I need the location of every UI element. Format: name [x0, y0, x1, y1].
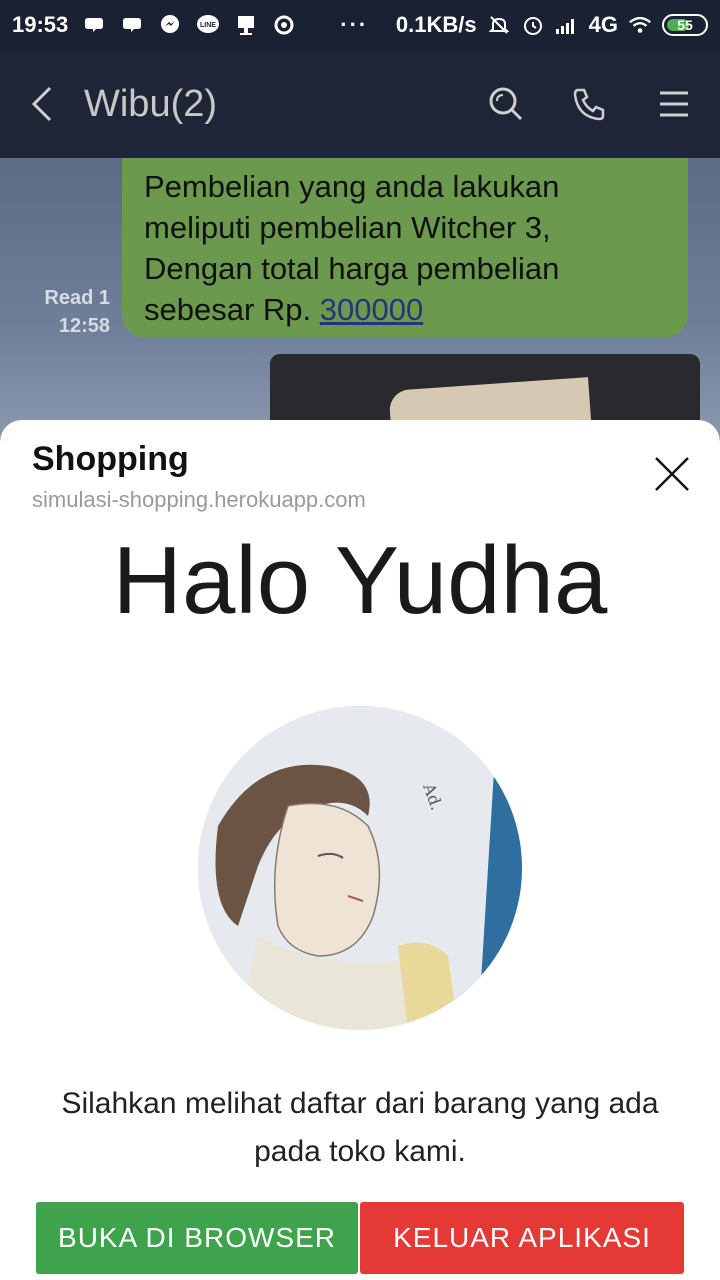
description-text: Silahkan melihat daftar dari barang yang…: [30, 1080, 690, 1176]
message-line: Pembelian yang anda lakukan: [144, 169, 560, 204]
read-status: Read 1: [44, 287, 110, 309]
read-time: 12:58: [58, 315, 110, 337]
message-bubble[interactable]: Pembelian yang anda lakukan meliputi pem…: [122, 158, 688, 338]
sheet-url: simulasi-shopping.herokuapp.com: [32, 487, 366, 512]
back-button[interactable]: [24, 80, 60, 128]
close-icon: [655, 457, 689, 491]
read-receipt: Read 1 12:58: [30, 284, 110, 340]
signal-icon: [555, 14, 579, 36]
battery-icon: 55: [662, 14, 708, 36]
more-notifications: ···: [340, 12, 369, 37]
call-button[interactable]: [568, 82, 612, 126]
hamburger-menu-icon: [660, 91, 688, 117]
chevron-left-icon: [31, 86, 52, 122]
message-line: sebesar Rp. 300000: [144, 289, 668, 330]
message-prefix: sebesar Rp.: [144, 292, 320, 327]
wifi-icon: [628, 14, 652, 36]
chat-header: Wibu(2): [0, 50, 720, 158]
network-speed: 0.1KB/s: [395, 12, 477, 37]
chat-area: Pembelian yang anda lakukan meliputi pem…: [0, 158, 720, 438]
greeting-heading: Halo Yudha: [112, 527, 608, 634]
game-icon-2: [120, 14, 144, 36]
battery-level: 55: [677, 17, 693, 33]
menu-button[interactable]: [652, 82, 696, 126]
svg-text:LINE: LINE: [200, 22, 216, 29]
network-type: 4G: [588, 12, 618, 37]
search-button[interactable]: [484, 82, 528, 126]
mute-icon: [487, 14, 511, 36]
profile-avatar: Ad.: [198, 706, 522, 1030]
description-line: pada toko kami.: [254, 1135, 466, 1168]
liff-bottom-sheet: Shopping simulasi-shopping.herokuapp.com…: [0, 420, 720, 1280]
search-icon: [489, 87, 523, 121]
phone-icon: [573, 88, 605, 121]
sheet-title: Shopping: [32, 440, 189, 478]
game-icon: [82, 14, 106, 36]
message-line: Dengan total harga pembelian: [144, 251, 560, 286]
chat-title: Wibu(2): [84, 82, 218, 125]
status-bar: 19:53 LINE ··· 0.1KB/s 4G 55: [0, 0, 720, 50]
sheet-header: Shopping simulasi-shopping.herokuapp.com: [32, 440, 366, 513]
amount-link[interactable]: 300000: [320, 292, 423, 327]
description-line: Silahkan melihat daftar dari barang yang…: [61, 1087, 659, 1120]
notification-icon: [234, 14, 258, 36]
sync-icon: [272, 14, 296, 36]
open-in-browser-button[interactable]: BUKA DI BROWSER: [36, 1202, 358, 1274]
messenger-icon: [158, 14, 182, 36]
profile-sketch-image: Ad.: [198, 706, 522, 1030]
close-button[interactable]: [652, 454, 692, 494]
line-icon: LINE: [196, 14, 220, 36]
status-time: 19:53: [12, 12, 69, 37]
alarm-icon: [521, 14, 545, 36]
message-line: meliputi pembelian Witcher 3,: [144, 210, 551, 245]
exit-app-button[interactable]: KELUAR APLIKASI: [360, 1202, 684, 1274]
